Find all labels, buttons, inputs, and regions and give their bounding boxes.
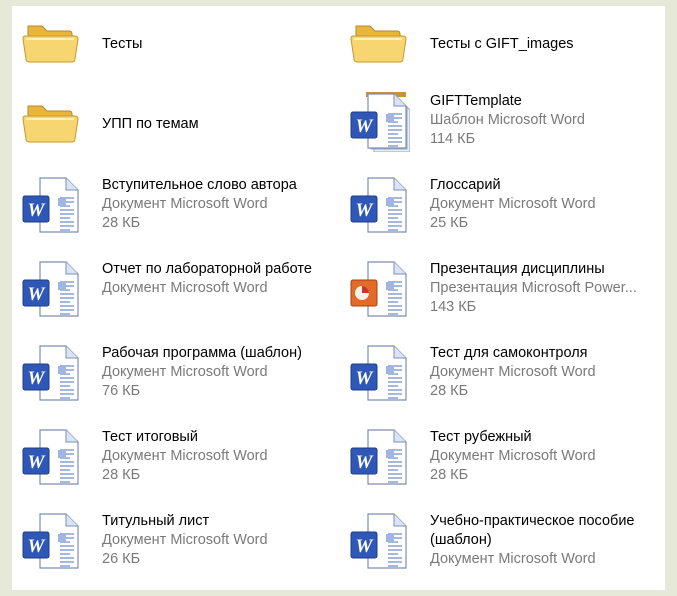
file-name: Титульный лист	[102, 513, 210, 529]
file-type: Шаблон Microsoft Word	[430, 112, 585, 128]
file-type: Документ Microsoft Word	[430, 551, 596, 567]
word-document-icon: W	[20, 426, 82, 488]
file-name: Рабочая программа (шаблон)	[102, 345, 302, 361]
file-item[interactable]: W Тест рубежный Документ Microsoft Word 28 …	[348, 426, 658, 504]
file-name: Тесты с GIFT_images	[430, 36, 574, 52]
file-size: 76 КБ	[102, 383, 141, 399]
file-label: Рабочая программа (шаблон) Документ Micro…	[102, 344, 338, 401]
file-item[interactable]: W Титульный лист Документ Microsoft Word 26…	[20, 510, 330, 588]
file-item[interactable]: Тесты	[20, 10, 330, 88]
file-item[interactable]: W Вступительное слово автора Документ Micr…	[20, 174, 330, 252]
file-size: 28 КБ	[430, 467, 469, 483]
file-size: 114 КБ	[430, 131, 476, 147]
file-item[interactable]: Презентация дисциплины Презентация Micros…	[348, 258, 658, 336]
file-label: Тест для самоконтроля Документ Microsoft …	[430, 344, 666, 401]
svg-text:W: W	[28, 284, 46, 305]
file-label: Тест итоговый Документ Microsoft Word 28 К…	[102, 428, 338, 485]
word-document-icon: W	[348, 510, 410, 572]
file-type: Документ Microsoft Word	[430, 364, 596, 380]
word-document-icon: W	[20, 510, 82, 572]
file-item[interactable]: УПП по темам	[20, 90, 330, 168]
svg-text:W: W	[356, 200, 374, 221]
file-name: УПП по темам	[102, 116, 199, 132]
powerpoint-document-icon	[348, 258, 410, 320]
file-size: 25 КБ	[430, 215, 469, 231]
file-type: Документ Microsoft Word	[102, 448, 268, 464]
file-item[interactable]: Тесты с GIFT_images	[348, 10, 658, 88]
file-name: Глоссарий	[430, 177, 501, 193]
folder-icon	[20, 10, 82, 72]
file-item[interactable]: W Тест для самоконтроля Документ Microsoft…	[348, 342, 658, 420]
file-name: Отчет по лабораторной работе	[102, 261, 312, 277]
file-label: Отчет по лабораторной работе Документ Mic…	[102, 260, 338, 298]
file-item[interactable]: W Рабочая программа (шаблон) Документ Micr…	[20, 342, 330, 420]
word-document-icon: W	[348, 342, 410, 404]
file-size: 28 КБ	[430, 383, 469, 399]
file-item[interactable]: W Учебно-практическое пособие (шаблон) Док…	[348, 510, 658, 588]
folder-icon	[348, 10, 410, 72]
file-label: Тест рубежный Документ Microsoft Word 28 К…	[430, 428, 666, 485]
file-size: 143 КБ	[430, 299, 477, 315]
svg-text:W: W	[28, 452, 46, 473]
file-name: GIFTTemplate	[430, 93, 522, 109]
file-type: Документ Microsoft Word	[102, 364, 268, 380]
file-name: Вступительное слово автора	[102, 177, 297, 193]
svg-text:W: W	[356, 536, 374, 557]
word-document-icon: W	[348, 426, 410, 488]
file-list-panel: Тесты Тесты с GIFT_images УПП по темам W…	[12, 6, 665, 590]
file-label: Учебно-практическое пособие (шаблон) Доку…	[430, 512, 666, 569]
word-document-icon: W	[20, 342, 82, 404]
file-size: 26 КБ	[102, 551, 141, 567]
svg-text:W: W	[28, 200, 46, 221]
file-label: GIFTTemplate Шаблон Microsoft Word 114 КБ	[430, 92, 666, 149]
file-label: Глоссарий Документ Microsoft Word 25 КБ	[430, 176, 666, 233]
word-document-icon: W	[20, 258, 82, 320]
file-item[interactable]: W Тест итоговый Документ Microsoft Word 28 …	[20, 426, 330, 504]
svg-text:W: W	[356, 452, 374, 473]
file-type: Документ Microsoft Word	[102, 196, 268, 212]
svg-text:W: W	[28, 536, 46, 557]
svg-text:W: W	[356, 368, 374, 389]
word-template-icon: W	[348, 90, 410, 152]
svg-text:W: W	[28, 368, 46, 389]
file-label: УПП по темам	[102, 115, 338, 134]
file-name: Презентация дисциплины	[430, 261, 605, 277]
file-label: Тесты с GIFT_images	[430, 35, 666, 54]
file-label: Вступительное слово автора Документ Micro…	[102, 176, 338, 233]
file-label: Тесты	[102, 35, 338, 54]
file-name: Учебно-практическое пособие (шаблон)	[430, 513, 635, 548]
file-item[interactable]: W Отчет по лабораторной работе Документ Mi…	[20, 258, 330, 336]
file-item[interactable]: W GIFTTemplate Шаблон Microsoft Word 114 КБ	[348, 90, 658, 168]
file-size: 28 КБ	[102, 467, 141, 483]
file-size: 28 КБ	[102, 215, 141, 231]
file-name: Тест для самоконтроля	[430, 345, 588, 361]
word-document-icon: W	[20, 174, 82, 236]
file-name: Тест итоговый	[102, 429, 198, 445]
file-type: Презентация Microsoft Power...	[430, 280, 637, 296]
folder-icon	[20, 90, 82, 152]
file-type: Документ Microsoft Word	[102, 532, 268, 548]
file-label: Презентация дисциплины Презентация Micros…	[430, 260, 666, 317]
file-name: Тест рубежный	[430, 429, 532, 445]
file-type: Документ Microsoft Word	[102, 280, 268, 296]
file-label: Титульный лист Документ Microsoft Word 26 …	[102, 512, 338, 569]
file-type: Документ Microsoft Word	[430, 196, 596, 212]
word-document-icon: W	[348, 174, 410, 236]
svg-text:W: W	[356, 116, 374, 137]
file-name: Тесты	[102, 36, 143, 52]
file-item[interactable]: W Глоссарий Документ Microsoft Word 25 КБ	[348, 174, 658, 252]
file-type: Документ Microsoft Word	[430, 448, 596, 464]
